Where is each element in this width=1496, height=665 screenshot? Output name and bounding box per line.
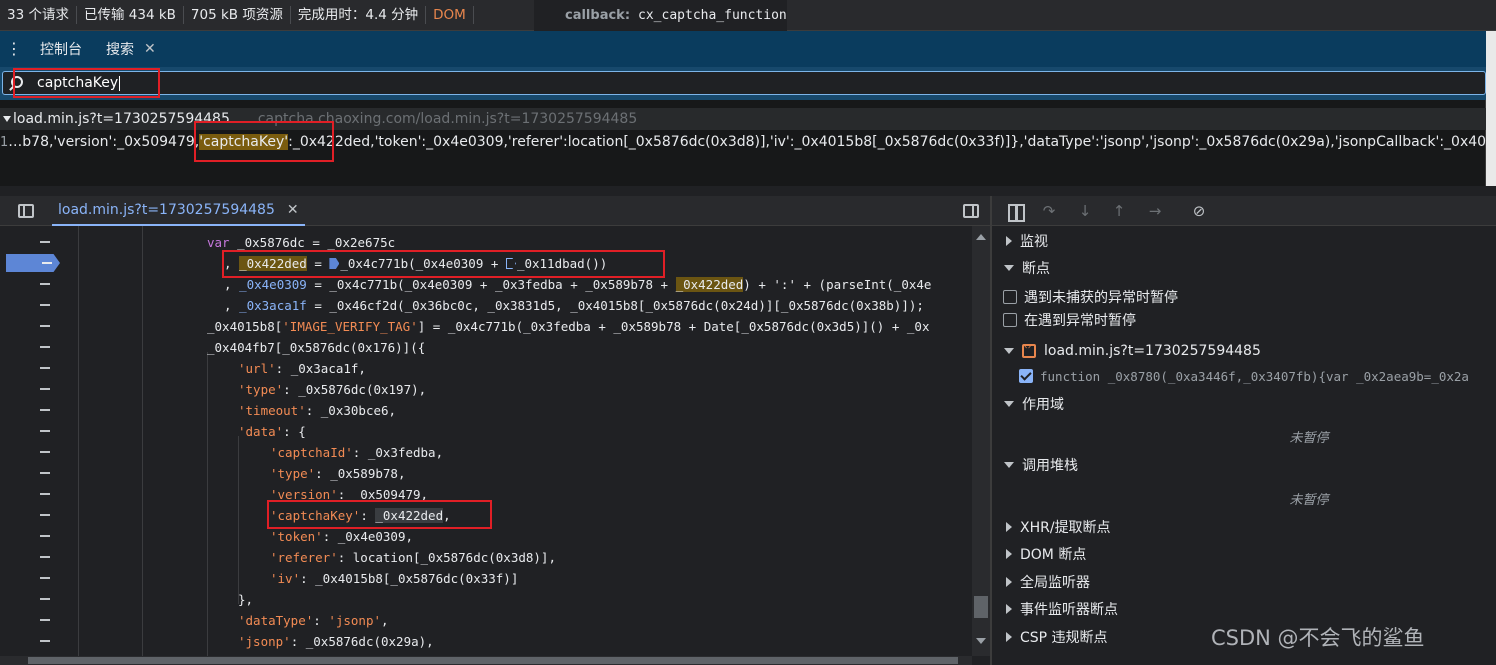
tab-search-label: 搜索 [106, 42, 134, 58]
code-line: 'url': _0x3aca1f, [238, 361, 366, 376]
annotation-box-captchakey-line [267, 500, 492, 529]
section-call-stack[interactable]: 调用堆栈 [992, 452, 1496, 478]
scope-empty-text: 未暂停 [1289, 431, 1329, 446]
tab-load-min-js[interactable]: load.min.js?t=1730257594485 ✕ [52, 196, 305, 226]
scroll-down-icon[interactable] [976, 638, 986, 644]
pause-uncaught-option[interactable]: 遇到未捕获的异常时暂停 [992, 286, 1496, 308]
checkbox-checked[interactable] [1019, 369, 1033, 383]
code-line: 'data': { [238, 424, 306, 439]
expand-triangle-icon [1006, 236, 1012, 246]
callback-label: callback: [565, 8, 631, 23]
breakpoint-entry[interactable]: function _0x8780(_0xa3446f,_0x3407fb){va… [992, 365, 1496, 387]
section-breakpoints[interactable]: 断点 [992, 255, 1496, 281]
annotation-box-result [194, 121, 334, 162]
script-file-icon [1022, 342, 1036, 358]
code-lines: var _0x5876dc = _0x2e675c , _0x422ded = … [0, 226, 972, 665]
section-scope[interactable]: 作用域 [992, 391, 1496, 417]
scrollbar-thumb[interactable] [28, 657, 958, 664]
code-line: 'captchaId': _0x3fedba, [270, 445, 444, 460]
pause-caught-option[interactable]: 在遇到异常时暂停 [992, 309, 1496, 331]
requests-count: 33 个请求 [0, 6, 77, 24]
code-line: 'type': _0x589b78, [270, 466, 406, 481]
code-line: 'timeout': _0x30bce6, [238, 403, 397, 418]
section-event-listener-breakpoints[interactable]: 事件监听器断点 [992, 596, 1496, 622]
transferred-size: 已传输 434 kB [77, 6, 184, 24]
checkbox[interactable] [1003, 290, 1017, 304]
result-line-number: 1 [0, 134, 9, 150]
code-line: 'iv': _0x4015b8[_0x5876dc(0x33f)] [270, 571, 519, 586]
expand-triangle-icon [1006, 632, 1012, 642]
annotation-box-search [13, 68, 160, 98]
collapse-triangle-icon [1004, 462, 1014, 468]
step-into-icon[interactable]: ↓ [1076, 203, 1094, 219]
search-input[interactable]: captchaKey [2, 71, 1486, 95]
resume-icon[interactable] [1008, 204, 1025, 222]
collapse-triangle-icon [1004, 401, 1014, 407]
section-xhr-breakpoints[interactable]: XHR/提取断点 [992, 514, 1496, 540]
debugger-sidebar: ↷ ↓ ↑ → ⊘ 监视 断点 遇到未捕获的异常时暂停 在遇到异常时暂停 loa… [990, 196, 1496, 665]
horizontal-scrollbar[interactable] [0, 656, 972, 665]
code-line: 'dataType': 'jsonp', [238, 613, 389, 628]
code-line: }, [238, 592, 254, 607]
search-bar: captchaKey [0, 67, 1486, 100]
section-global-listeners[interactable]: 全局监听器 [992, 569, 1496, 595]
code-line: , _0x3aca1f = _0x46cf2d(_0x36bc0c, _0x38… [224, 298, 924, 313]
vertical-scrollbar[interactable] [972, 226, 990, 656]
code-editor[interactable]: var _0x5876dc = _0x2e675c , _0x422ded = … [0, 226, 990, 665]
close-icon[interactable]: ✕ [287, 202, 299, 218]
breakpoint-file-group[interactable]: load.min.js?t=1730257594485 [992, 338, 1496, 364]
code-line: _0x4015b8['IMAGE_VERIFY_TAG'] = _0x4c771… [207, 319, 930, 334]
code-line: 'token': _0x4e0309, [270, 529, 413, 544]
sources-tab-bar: load.min.js?t=1730257594485 ✕ [0, 196, 990, 226]
annotation-box-breakpoint-line [222, 250, 665, 278]
expand-triangle-icon [1006, 577, 1012, 587]
expand-triangle-icon [1006, 549, 1012, 559]
tab-search[interactable]: 搜索 ✕ [94, 31, 168, 67]
debugger-toolbar: ↷ ↓ ↑ → ⊘ [992, 196, 1496, 226]
close-icon[interactable]: ✕ [144, 41, 156, 57]
expand-triangle-icon[interactable] [3, 116, 11, 122]
resources-size: 705 kB 项资源 [184, 6, 291, 24]
step-over-icon[interactable]: ↷ [1040, 203, 1058, 219]
step-out-icon[interactable]: ↑ [1110, 203, 1128, 219]
checkbox[interactable] [1003, 313, 1017, 327]
scrollbar-thumb[interactable] [974, 596, 988, 618]
expand-triangle-icon [1006, 604, 1012, 614]
watermark: CSDN @不会飞的鲨鱼 [1211, 626, 1425, 650]
step-icon[interactable]: → [1146, 203, 1164, 219]
window-edge [1486, 31, 1496, 186]
tab-file-label: load.min.js?t=1730257594485 [58, 201, 275, 218]
code-line: 'type': _0x5876dc(0x197), [238, 382, 427, 397]
collapse-triangle-icon [1004, 265, 1014, 271]
tab-console[interactable]: 控制台 [28, 31, 94, 67]
dom-loaded: DOM [426, 6, 474, 24]
section-dom-breakpoints[interactable]: DOM 断点 [992, 541, 1496, 567]
finish-time: 完成用时：4.4 分钟 [291, 6, 427, 24]
panel-divider[interactable] [0, 186, 1496, 196]
expand-triangle-icon [1006, 522, 1012, 532]
call-stack-empty-text: 未暂停 [1289, 493, 1329, 508]
collapse-triangle-icon [1004, 348, 1014, 354]
code-line: _0x404fb7[_0x5876dc(0x176)]({ [207, 340, 426, 355]
more-options-icon[interactable]: ⋮ [0, 41, 28, 57]
code-line: 'referer': location[_0x5876dc(0x3d8)], [270, 550, 556, 565]
scroll-up-icon[interactable] [976, 234, 986, 240]
drawer-tab-bar: ⋮ 控制台 搜索 ✕ [0, 31, 1486, 67]
code-line: 'jsonp': _0x5876dc(0x29a), [238, 634, 434, 649]
callback-value: cx_captcha_function [638, 8, 787, 23]
section-watch[interactable]: 监视 [992, 228, 1496, 254]
toggle-debugger-icon[interactable] [963, 204, 979, 218]
toggle-navigator-icon[interactable] [18, 203, 34, 218]
callback-tooltip: callback: cx_captcha_function [534, 0, 787, 31]
deactivate-breakpoints-icon[interactable]: ⊘ [1190, 203, 1208, 219]
